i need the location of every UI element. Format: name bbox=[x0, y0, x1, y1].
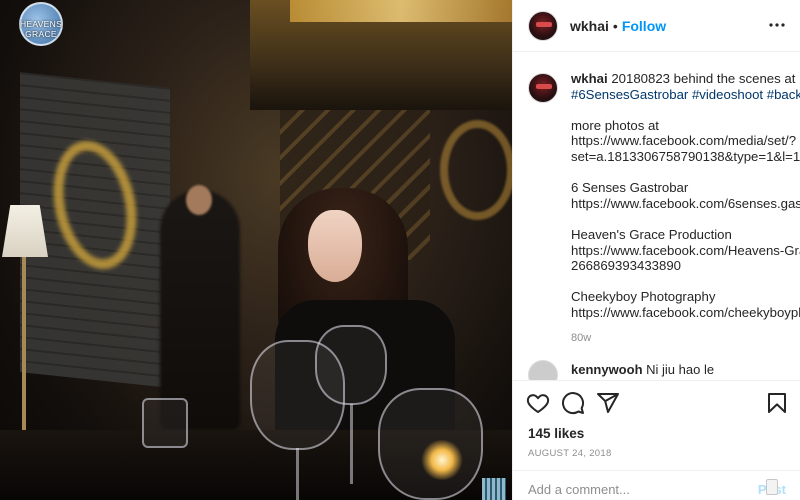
post-date[interactable]: AUGUST 24, 2018 bbox=[513, 448, 800, 459]
venue-url: https://www.facebook.com/6senses.gastr bbox=[571, 195, 800, 211]
caption-text: wkhai 20180823 behind the scenes at #6Se… bbox=[571, 71, 800, 346]
production-url-line1: https://www.facebook.com/Heavens-Grac bbox=[571, 242, 800, 258]
follow-button[interactable]: Follow bbox=[622, 18, 666, 34]
post-side-panel: wkhai • Follow wkhai 20180823 behind the… bbox=[512, 0, 800, 500]
comment-icon[interactable] bbox=[561, 391, 587, 417]
comments-scroll-area[interactable]: wkhai 20180823 behind the scenes at #6Se… bbox=[513, 53, 800, 380]
commenter-username[interactable]: kennywooh bbox=[571, 362, 643, 377]
caption: wkhai 20180823 behind the scenes at #6Se… bbox=[528, 71, 800, 346]
commenter-avatar[interactable] bbox=[528, 360, 558, 380]
photography-url: https://www.facebook.com/cheekyboyph bbox=[571, 304, 800, 320]
qr-code bbox=[482, 478, 506, 500]
photography-name: Cheekyboy Photography bbox=[571, 289, 716, 305]
media-url-line2: set=a.1813306758790138&type=1&l=11c bbox=[571, 148, 800, 164]
add-comment-bar: Post bbox=[513, 470, 800, 500]
likes-count[interactable]: 145 likes bbox=[513, 426, 800, 441]
more-photos-label: more photos at bbox=[571, 117, 659, 133]
action-icons bbox=[513, 381, 800, 425]
bookmark-icon[interactable] bbox=[765, 391, 791, 417]
caption-username[interactable]: wkhai bbox=[571, 71, 608, 86]
watermark-logo: HEAVENS GRACE bbox=[6, 2, 76, 54]
woman-face bbox=[308, 210, 362, 282]
heart-icon[interactable] bbox=[526, 391, 552, 417]
caption-line1: 20180823 behind the scenes at bbox=[611, 71, 796, 86]
comment-body: Ni jiu hao le bbox=[646, 362, 715, 378]
comment-item: kennywooh Ni jiu hao le bbox=[528, 360, 800, 380]
venue-name: 6 Senses Gastrobar bbox=[571, 180, 689, 196]
header-username[interactable]: wkhai bbox=[570, 18, 609, 34]
glass-stem bbox=[350, 404, 353, 484]
wine-glass bbox=[315, 325, 387, 405]
glow-ring-right bbox=[440, 120, 512, 220]
hashtag-links[interactable]: #6SensesGastrobar #videoshoot #backsta bbox=[571, 87, 800, 103]
violinist-figure bbox=[160, 190, 240, 430]
ceiling-light-strip bbox=[290, 0, 512, 22]
media-url-line1: https://www.facebook.com/media/set/? bbox=[571, 133, 797, 149]
logo-text: HEAVENS GRACE bbox=[19, 19, 63, 39]
post-photo[interactable]: HEAVENS GRACE bbox=[0, 0, 512, 500]
post-header: wkhai • Follow bbox=[513, 0, 800, 52]
floor-lamp-pole bbox=[22, 257, 26, 437]
water-glass bbox=[142, 398, 188, 448]
candle-light bbox=[420, 440, 464, 480]
separator-dot: • bbox=[612, 17, 618, 34]
avatar[interactable] bbox=[528, 10, 558, 41]
glass-stem bbox=[296, 448, 299, 500]
post-age[interactable]: 80w bbox=[571, 331, 800, 347]
violinist-head bbox=[186, 185, 212, 215]
caption-avatar[interactable] bbox=[528, 73, 558, 103]
scroll-handle[interactable] bbox=[766, 479, 778, 495]
share-icon[interactable] bbox=[596, 391, 622, 417]
comment-text: kennywooh Ni jiu hao le bbox=[571, 362, 714, 377]
comment-input[interactable] bbox=[528, 479, 758, 500]
production-url-line2: 266869393433890 bbox=[571, 258, 682, 274]
more-icon[interactable] bbox=[766, 14, 788, 36]
production-name: Heaven's Grace Production bbox=[571, 226, 732, 242]
